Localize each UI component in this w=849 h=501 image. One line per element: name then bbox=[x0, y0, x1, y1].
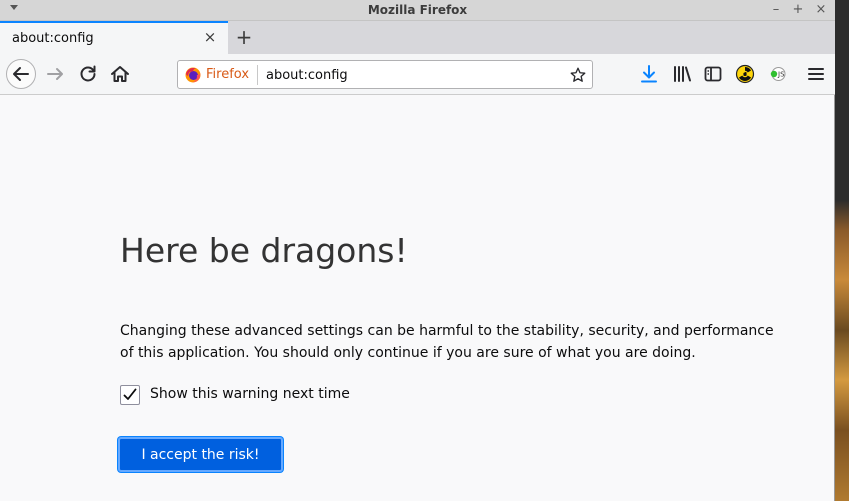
checkmark-icon bbox=[123, 388, 137, 400]
warning-message: Changing these advanced settings can be … bbox=[120, 323, 774, 361]
url-input[interactable] bbox=[266, 65, 556, 85]
downloads-button[interactable] bbox=[637, 62, 661, 86]
close-window-button[interactable]: × bbox=[812, 1, 830, 19]
forward-icon bbox=[47, 68, 63, 80]
radiation-extension-button[interactable] bbox=[733, 62, 757, 86]
page-content: Here be dragons! Changing these advanced… bbox=[0, 95, 834, 501]
reload-button[interactable] bbox=[76, 62, 100, 86]
menu-button[interactable] bbox=[804, 62, 828, 86]
back-button[interactable] bbox=[6, 59, 36, 89]
desktop-background bbox=[835, 0, 849, 501]
url-divider bbox=[257, 65, 258, 85]
accept-risk-button[interactable]: I accept the risk! bbox=[118, 437, 283, 472]
svg-text:JS: JS bbox=[777, 71, 785, 79]
minimize-button[interactable]: – bbox=[767, 1, 785, 19]
library-icon bbox=[674, 66, 691, 82]
reload-icon bbox=[80, 65, 96, 82]
navigation-toolbar: Firefox about:config JS bbox=[0, 54, 835, 95]
tab-close-button[interactable]: × bbox=[200, 27, 220, 47]
firefox-window: Mozilla Firefox – + × about:config × + F… bbox=[0, 0, 835, 501]
window-title: Mozilla Firefox bbox=[367, 3, 468, 17]
firefox-logo-icon bbox=[185, 67, 201, 83]
show-warning-label[interactable]: Show this warning next time bbox=[150, 386, 350, 402]
tab-about-config[interactable]: about:config × bbox=[0, 21, 228, 54]
tab-strip: about:config × + bbox=[0, 21, 835, 54]
home-icon bbox=[111, 66, 129, 82]
identity-label[interactable]: Firefox bbox=[206, 67, 249, 82]
page-title: Here be dragons! bbox=[120, 231, 408, 270]
back-icon bbox=[13, 67, 29, 81]
hamburger-menu-icon bbox=[808, 68, 824, 80]
url-bar[interactable]: Firefox bbox=[177, 60, 593, 89]
sidebar-button[interactable] bbox=[701, 62, 725, 86]
bookmark-star-icon[interactable] bbox=[569, 66, 587, 84]
downloads-icon bbox=[641, 65, 657, 83]
tab-title: about:config bbox=[12, 31, 94, 46]
maximize-button[interactable]: + bbox=[789, 1, 807, 19]
radiation-extension-icon bbox=[735, 64, 755, 84]
title-bar: Mozilla Firefox – + × bbox=[0, 0, 835, 21]
show-warning-checkbox[interactable] bbox=[120, 385, 140, 405]
home-button[interactable] bbox=[108, 62, 132, 86]
js-extension-button[interactable]: JS bbox=[766, 62, 790, 86]
forward-button[interactable] bbox=[44, 62, 68, 86]
new-tab-button[interactable]: + bbox=[231, 23, 257, 51]
js-extension-icon: JS bbox=[770, 67, 786, 81]
sidebar-icon bbox=[704, 66, 722, 82]
library-button[interactable] bbox=[670, 62, 694, 86]
